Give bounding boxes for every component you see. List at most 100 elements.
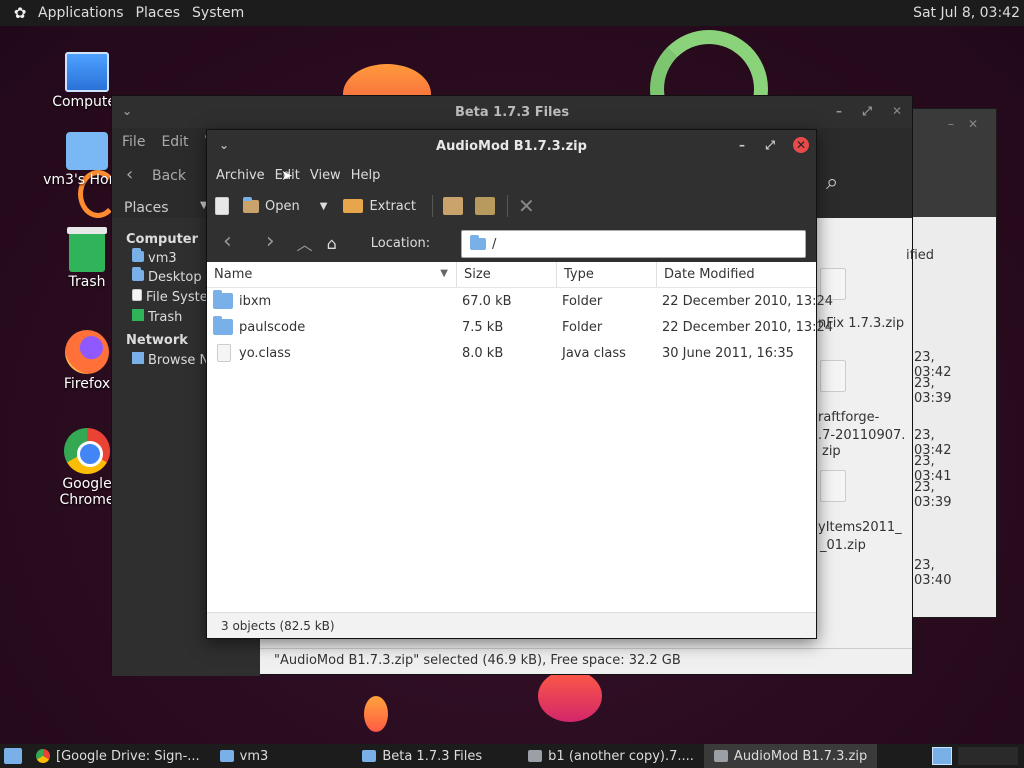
- menu-edit[interactable]: Edit: [161, 134, 188, 150]
- forward-icon[interactable]: ›: [266, 229, 275, 254]
- home-icon[interactable]: ⌂: [327, 234, 337, 253]
- column-header-name[interactable]: Name ▼: [207, 262, 457, 287]
- window-menu-icon[interactable]: ⌄: [217, 138, 231, 152]
- maximize-icon[interactable]: ⤢: [763, 138, 777, 152]
- up-icon[interactable]: ︿: [297, 231, 313, 255]
- archive-icon: [528, 750, 543, 762]
- add-files-button[interactable]: [443, 197, 463, 215]
- row-name: yo.class: [239, 345, 291, 361]
- window-toolbar: [906, 137, 996, 217]
- sidebar-item-label: Desktop: [148, 270, 202, 285]
- drive-icon: [132, 289, 142, 301]
- file-label[interactable]: _01.zip: [820, 538, 866, 553]
- archive-manager-window[interactable]: ⌄ AudioMod B1.7.3.zip – ⤢ ✕ Archive Edit…: [206, 129, 833, 639]
- menu-help[interactable]: Help: [346, 168, 386, 183]
- row-type: Folder: [562, 293, 603, 309]
- wallpaper-drop: [364, 696, 388, 732]
- zip-file-icon[interactable]: [820, 360, 846, 392]
- taskbar-label: b1 (another copy).7....: [548, 748, 694, 764]
- location-label: Location:: [370, 235, 431, 251]
- taskbar: [Google Drive: Sign-... vm3 Beta 1.7.3 F…: [0, 744, 1024, 768]
- taskbar-item-beta-files[interactable]: Beta 1.7.3 Files: [352, 744, 492, 768]
- taskbar-item-vm3[interactable]: vm3: [210, 744, 279, 768]
- window-title: AudioMod B1.7.3.zip: [436, 138, 587, 154]
- close-icon: ✕: [518, 194, 535, 218]
- file-date: 23, 03:40: [914, 558, 952, 588]
- places-dropdown[interactable]: Places: [124, 200, 169, 216]
- new-archive-button[interactable]: [215, 197, 229, 215]
- table-row[interactable]: ibxm 67.0 kB Folder 22 December 2010, 13…: [207, 288, 833, 314]
- folder-open-icon: [243, 196, 259, 213]
- minimize-icon[interactable]: –: [832, 104, 846, 118]
- location-value: /: [492, 236, 497, 252]
- extract-icon: [343, 199, 364, 213]
- menu-archive[interactable]: Archive: [211, 168, 270, 183]
- file-date: 23, 03:39: [914, 480, 952, 510]
- file-list: ibxm 67.0 kB Folder 22 December 2010, 13…: [207, 288, 833, 614]
- extract-button[interactable]: Extract: [343, 199, 416, 214]
- extract-label: Extract: [369, 198, 416, 214]
- table-row[interactable]: paulscode 7.5 kB Folder 22 December 2010…: [207, 314, 833, 340]
- file-label[interactable]: raftforge-: [818, 410, 879, 425]
- cancel-button[interactable]: ✕: [518, 194, 535, 218]
- taskbar-item-audiomod[interactable]: AudioMod B1.7.3.zip: [703, 744, 878, 768]
- open-button[interactable]: Open ▼: [243, 196, 328, 214]
- row-type: Java class: [562, 345, 626, 361]
- clock[interactable]: Sat Jul 8, 03:42: [913, 5, 1020, 21]
- firefox-icon: [65, 330, 109, 374]
- close-icon[interactable]: ✕: [890, 104, 904, 118]
- window-titlebar[interactable]: ⌄ AudioMod B1.7.3.zip – ⤢ ✕: [207, 130, 816, 162]
- column-header-size[interactable]: Size: [457, 262, 557, 287]
- row-size: 8.0 kB: [462, 345, 504, 361]
- close-icon[interactable]: ✕: [793, 137, 809, 153]
- sidebar-item-label: Trash: [148, 310, 183, 325]
- column-header-type[interactable]: Type: [557, 262, 657, 287]
- toolbar: Open ▼ Extract ✕: [207, 188, 816, 224]
- back-arrow-icon[interactable]: ‹: [126, 164, 133, 185]
- window-titlebar[interactable]: – ✕: [906, 109, 996, 137]
- home-folder-icon: [66, 132, 108, 170]
- menu-view[interactable]: View: [305, 168, 346, 183]
- close-icon[interactable]: ✕: [966, 117, 980, 131]
- column-label: Size: [464, 267, 491, 282]
- menu-file[interactable]: File: [122, 134, 145, 150]
- search-icon[interactable]: ⌕: [826, 170, 838, 195]
- table-row[interactable]: yo.class 8.0 kB Java class 30 June 2011,…: [207, 340, 816, 366]
- toolbar-separator: [507, 195, 508, 217]
- trash-icon: [132, 309, 144, 321]
- taskbar-item-b1-copy[interactable]: b1 (another copy).7....: [518, 744, 704, 768]
- row-type: Folder: [562, 319, 603, 335]
- chrome-icon: [64, 428, 110, 474]
- file-label[interactable]: zip: [822, 444, 841, 459]
- toolbar-separator: [432, 195, 433, 217]
- home-icon: [132, 248, 144, 262]
- location-input[interactable]: /: [461, 230, 806, 258]
- column-header-modified[interactable]: ified: [906, 248, 934, 263]
- workspace-switcher[interactable]: [926, 744, 1024, 768]
- workspace-icon[interactable]: [958, 747, 1018, 765]
- window-titlebar[interactable]: ⌄ Beta 1.7.3 Files – ⤢ ✕: [112, 96, 912, 128]
- maximize-icon[interactable]: ⤢: [860, 104, 874, 118]
- back-icon[interactable]: ‹: [223, 229, 232, 254]
- menu-places[interactable]: Places: [130, 5, 187, 21]
- file-label[interactable]: yItems2011_: [818, 520, 902, 535]
- file-label[interactable]: .7-20110907.: [818, 428, 905, 443]
- back-button[interactable]: Back: [152, 168, 186, 184]
- chevron-down-icon[interactable]: ▼: [320, 201, 328, 212]
- add-folder-button[interactable]: [475, 197, 495, 215]
- minimize-icon[interactable]: –: [944, 117, 958, 131]
- window-title: Beta 1.7.3 Files: [454, 104, 570, 120]
- taskbar-item-chrome[interactable]: [Google Drive: Sign-...: [26, 744, 210, 768]
- sidebar-item-label: vm3: [148, 251, 177, 266]
- menubar: Archive Edit View Help: [207, 162, 816, 188]
- show-desktop-button[interactable]: [0, 744, 26, 768]
- menu-applications[interactable]: Applications: [32, 5, 130, 21]
- menu-system[interactable]: System: [186, 5, 250, 21]
- column-header-date[interactable]: Date Modified: [657, 262, 815, 287]
- folder-icon: [213, 316, 233, 335]
- window-menu-icon[interactable]: ⌄: [120, 104, 134, 118]
- minimize-icon[interactable]: –: [735, 138, 749, 152]
- zip-file-icon[interactable]: [820, 470, 846, 502]
- add-files-icon: [443, 197, 463, 215]
- gnome-foot-icon[interactable]: ✿: [10, 4, 30, 22]
